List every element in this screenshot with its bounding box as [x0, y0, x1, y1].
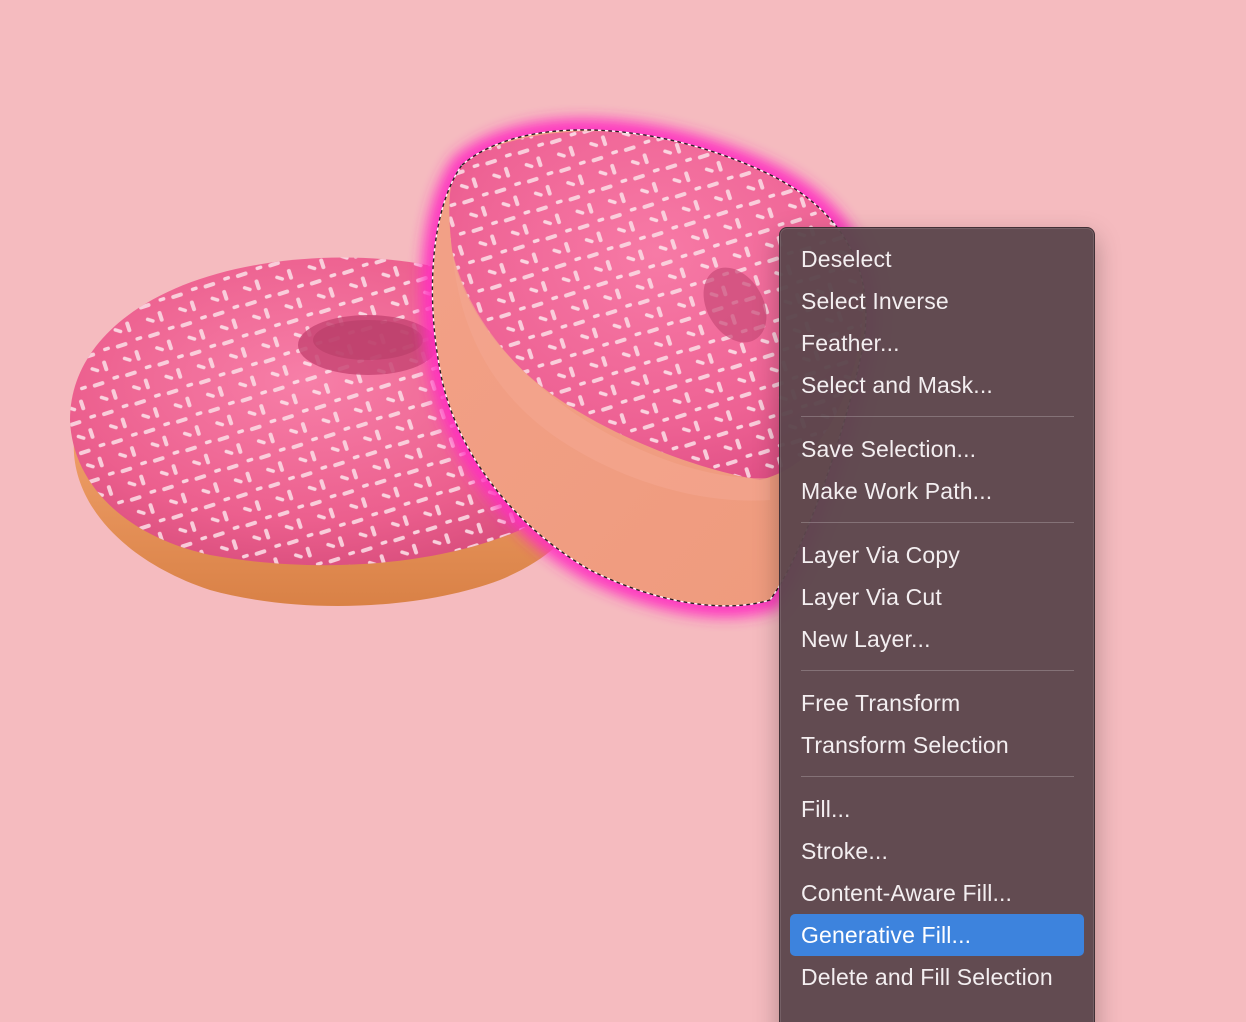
menu-item-layer-via-cut[interactable]: Layer Via Cut: [790, 576, 1084, 618]
context-menu: Deselect Select Inverse Feather... Select a…: [779, 227, 1095, 1022]
menu-separator: [801, 522, 1074, 523]
menu-item-layer-via-copy[interactable]: Layer Via Copy: [790, 534, 1084, 576]
menu-item-make-work-path[interactable]: Make Work Path...: [790, 470, 1084, 512]
menu-item-feather[interactable]: Feather...: [790, 322, 1084, 364]
menu-item-select-and-mask[interactable]: Select and Mask...: [790, 364, 1084, 406]
menu-separator: [801, 776, 1074, 777]
menu-separator: [801, 670, 1074, 671]
menu-item-content-aware-fill[interactable]: Content-Aware Fill...: [790, 872, 1084, 914]
menu-item-fill[interactable]: Fill...: [790, 788, 1084, 830]
menu-item-save-selection[interactable]: Save Selection...: [790, 428, 1084, 470]
menu-item-select-inverse[interactable]: Select Inverse: [790, 280, 1084, 322]
menu-item-new-layer[interactable]: New Layer...: [790, 618, 1084, 660]
menu-item-stroke[interactable]: Stroke...: [790, 830, 1084, 872]
menu-item-free-transform[interactable]: Free Transform: [790, 682, 1084, 724]
menu-item-transform-selection[interactable]: Transform Selection: [790, 724, 1084, 766]
menu-item-delete-and-fill-selection[interactable]: Delete and Fill Selection: [790, 956, 1084, 998]
menu-item-generative-fill[interactable]: Generative Fill...: [790, 914, 1084, 956]
menu-separator: [801, 416, 1074, 417]
menu-item-deselect[interactable]: Deselect: [790, 238, 1084, 280]
